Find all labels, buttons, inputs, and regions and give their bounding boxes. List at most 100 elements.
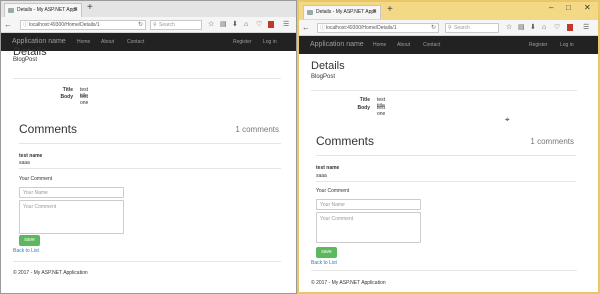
nav-home[interactable]: Home [77,39,90,45]
pocket-icon[interactable]: ♡ [554,23,560,32]
info-icon: ⓘ [23,22,29,28]
brand-link[interactable]: Application name [310,41,364,48]
page-subtitle: BlogPost [13,57,38,63]
menu-icon[interactable]: ☰ [283,20,289,29]
address-bar[interactable]: ⓘ localhost:49300/Home/Details/1 ↻ [20,20,146,30]
field-label-body: Body [357,105,371,111]
page-content: Details BlogPost Title test title Body t… [1,46,296,293]
tab-bar: Details - My ASP.NET Appli ✕ + [1,1,296,17]
name-input[interactable]: Your Name [19,187,124,198]
home-icon[interactable]: ⌂ [244,20,248,29]
divider [19,143,281,144]
tab-title: Details - My ASP.NET Appli [17,7,78,13]
comment-text: saaa [19,160,30,166]
field-value-body: test one [80,94,89,106]
search-icon: ⚲ [448,25,452,31]
nav-about[interactable]: About [101,39,114,45]
home-icon[interactable]: ⌂ [542,23,546,32]
nav-login[interactable]: Log in [263,39,277,45]
page-title: Details [311,60,345,72]
menu-icon[interactable]: ☰ [583,23,589,32]
field-label-title: Title [62,87,73,93]
name-input[interactable]: Your Name [316,199,421,210]
bookmark-star-icon[interactable]: ☆ [506,23,512,32]
comment-textarea[interactable]: Your Comment [316,212,421,243]
nav-about[interactable]: About [397,42,410,48]
address-text: localhost:49300/Home/Details/1 [326,25,397,31]
reload-icon[interactable]: ↻ [431,24,436,32]
mouse-cursor-icon: ⌖ [505,115,510,124]
search-box[interactable]: ⚲ Search [445,23,499,33]
close-window-icon[interactable]: ✕ [584,3,591,12]
comment-form-label: Your Comment [316,188,350,194]
field-label-body: Body [60,94,74,100]
download-icon[interactable]: ⬇ [232,20,238,29]
back-icon[interactable]: ← [4,20,12,29]
search-box[interactable]: ⚲ Search [150,20,202,30]
new-tab-icon[interactable]: + [387,4,393,15]
comments-heading: Comments [316,134,375,148]
reading-list-icon[interactable]: ▤ [220,20,227,29]
download-icon[interactable]: ⬇ [530,23,536,32]
browser-tab[interactable]: Details - My ASP.NET Appli ✕ [303,5,381,19]
tab-bar: Details - My ASP.NET Appli ✕ + – □ ✕ [299,2,598,20]
back-to-list-link[interactable]: Back to List [13,248,39,254]
address-bar[interactable]: ⓘ localhost:49300/Home/Details/1 ↻ [317,23,439,33]
addon-badge-icon[interactable] [567,23,573,32]
comments-heading: Comments [19,122,78,136]
nav-home[interactable]: Home [373,42,386,48]
nav-contact[interactable]: Contact [127,39,144,45]
browser-tab[interactable]: Details - My ASP.NET Appli ✕ [4,3,82,17]
search-icon: ⚲ [153,22,157,28]
close-tab-icon[interactable]: ✕ [372,6,377,19]
footer-text: © 2017 - My ASP.NET Application [13,270,88,276]
nav-register[interactable]: Register [529,42,548,48]
browser-window-left: Details - My ASP.NET Appli ✕ + ← ⓘ local… [0,0,297,294]
favicon-icon [8,8,14,13]
browser-window-right: Details - My ASP.NET Appli ✕ + – □ ✕ ← ⓘ… [297,0,600,294]
reload-icon[interactable]: ↻ [138,21,143,29]
minimize-icon[interactable]: – [549,3,553,12]
comments-count: 1 comments [530,137,574,146]
comment-text: saaa [316,173,327,179]
toolbar: ← ⓘ localhost:49300/Home/Details/1 ↻ ⚲ S… [299,20,598,36]
footer-text: © 2017 - My ASP.NET Application [311,280,386,286]
comment-form-label: Your Comment [19,176,53,182]
divider [19,168,281,169]
back-icon[interactable]: ← [302,23,310,32]
search-placeholder: Search [159,22,175,28]
divider [316,155,576,156]
nav-register[interactable]: Register [233,39,252,45]
nav-contact[interactable]: Contact [423,42,440,48]
reading-list-icon[interactable]: ▤ [518,23,525,32]
field-label-title: Title [359,97,370,103]
brand-link[interactable]: Application name [12,38,66,45]
maximize-icon[interactable]: □ [566,3,571,12]
toolbar: ← ⓘ localhost:49300/Home/Details/1 ↻ ⚲ S… [1,17,296,33]
app-navbar: Application name Home About Contact Regi… [299,36,598,54]
comment-textarea[interactable]: Your Comment [19,200,124,234]
search-placeholder: Search [454,25,470,31]
save-button[interactable]: save [316,247,337,258]
comments-count: 1 comments [235,125,279,134]
addon-badge-icon[interactable] [268,20,274,29]
divider [316,181,576,182]
favicon-icon [307,10,313,15]
divider [13,261,281,262]
page-subtitle: BlogPost [311,74,336,80]
divider [13,78,281,79]
bookmark-star-icon[interactable]: ☆ [208,20,214,29]
field-value-body: test one [377,105,386,117]
back-to-list-link[interactable]: Back to List [311,260,337,266]
info-icon: ⓘ [320,25,326,31]
comment-author: test name [316,165,340,171]
page-content: Details BlogPost Title test title Body t… [299,54,598,292]
pocket-icon[interactable]: ♡ [256,20,262,29]
save-button[interactable]: save [19,235,40,246]
new-tab-icon[interactable]: + [87,2,93,13]
nav-login[interactable]: Log in [560,42,574,48]
close-tab-icon[interactable]: ✕ [73,4,78,17]
divider [311,90,577,91]
divider [311,270,577,271]
address-text: localhost:49300/Home/Details/1 [29,22,100,28]
